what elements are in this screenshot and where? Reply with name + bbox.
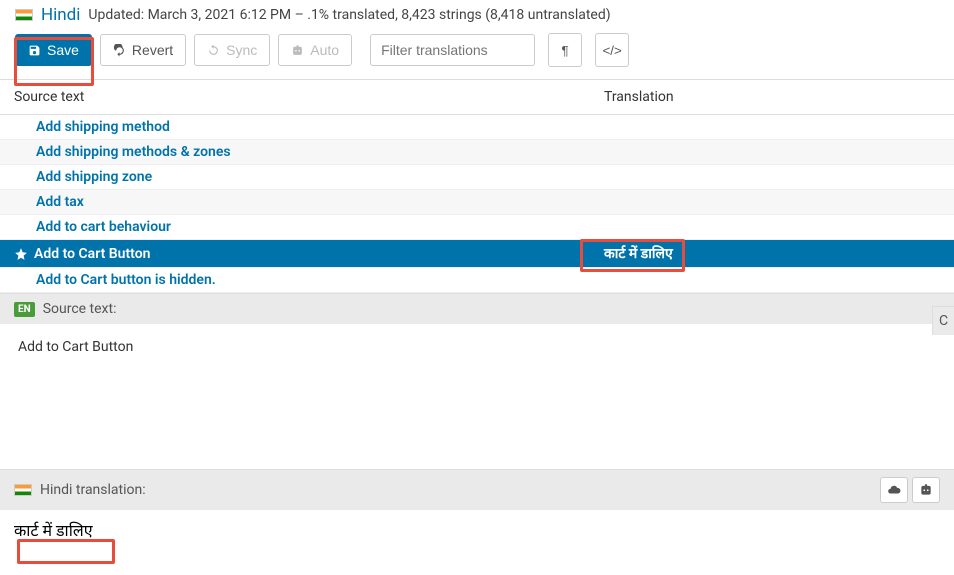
pilcrow-icon: ¶: [562, 43, 569, 58]
pilcrow-button[interactable]: ¶: [548, 33, 582, 67]
source-text-value: Add to Cart Button: [0, 324, 954, 469]
table-row[interactable]: Add shipping method: [0, 115, 954, 140]
col-source-text: Source text: [0, 80, 590, 114]
context-label: C: [939, 313, 948, 329]
save-button[interactable]: Save: [15, 34, 92, 66]
sync-button[interactable]: Sync: [194, 34, 270, 66]
sync-icon: [207, 44, 220, 57]
save-label: Save: [47, 42, 79, 58]
updated-status: Updated: March 3, 2021 6:12 PM – .1% tra…: [88, 7, 610, 23]
row-source-text: Add to Cart button is hidden.: [0, 268, 590, 292]
sync-label: Sync: [226, 42, 257, 58]
table-row[interactable]: Add to cart behaviour: [0, 215, 954, 240]
auto-label: Auto: [310, 42, 339, 58]
translation-label: Hindi translation:: [40, 482, 146, 498]
star-icon: [14, 247, 28, 261]
row-source-text: Add to cart behaviour: [0, 215, 590, 239]
language-title: Hindi: [41, 5, 80, 25]
table-header: Source text Translation: [0, 79, 954, 115]
table-row[interactable]: Add to Cart button is hidden.: [0, 268, 954, 293]
revert-button[interactable]: Revert: [100, 34, 186, 66]
row-translation-text: कार्ट में डालिए: [590, 240, 954, 267]
en-badge: EN: [14, 302, 35, 317]
revert-label: Revert: [132, 42, 173, 58]
row-source-text: Add tax: [0, 190, 590, 214]
robot-icon: [291, 44, 304, 57]
table-row[interactable]: Add shipping methods & zones: [0, 140, 954, 165]
row-source-text: Add shipping methods & zones: [0, 140, 590, 164]
row-translation-text: [590, 115, 954, 139]
cloud-suggest-button[interactable]: [880, 477, 908, 503]
source-text-label: Source text:: [43, 301, 117, 317]
auto-button[interactable]: Auto: [278, 34, 352, 66]
flag-india-icon: [14, 484, 32, 496]
row-translation-text: [590, 268, 954, 292]
row-translation-text: [590, 215, 954, 239]
row-source-text: Add shipping zone: [0, 165, 590, 189]
robot-suggest-button[interactable]: [912, 477, 940, 503]
cloud-icon: [887, 483, 901, 497]
source-editor-header: EN Source text:: [0, 293, 954, 324]
row-translation-text: [590, 140, 954, 164]
robot-icon: [919, 483, 933, 497]
flag-india-icon: [15, 9, 33, 21]
row-translation-text: [590, 190, 954, 214]
table-row[interactable]: Add to Cart Button कार्ट में डालिए: [0, 240, 954, 268]
revert-icon: [113, 44, 126, 57]
filter-input[interactable]: [370, 34, 535, 66]
table-row[interactable]: Add tax: [0, 190, 954, 215]
save-icon: [28, 44, 41, 57]
code-icon: </>: [602, 43, 621, 58]
code-button[interactable]: </>: [595, 33, 629, 67]
context-column[interactable]: C: [932, 306, 954, 335]
table-row[interactable]: Add shipping zone: [0, 165, 954, 190]
row-translation-text: [590, 165, 954, 189]
row-source-text: Add to Cart Button: [34, 246, 150, 262]
translation-input[interactable]: [14, 520, 940, 539]
translation-editor-header: Hindi translation:: [0, 469, 954, 510]
col-translation: Translation: [590, 80, 954, 114]
row-source-text: Add shipping method: [0, 115, 590, 139]
